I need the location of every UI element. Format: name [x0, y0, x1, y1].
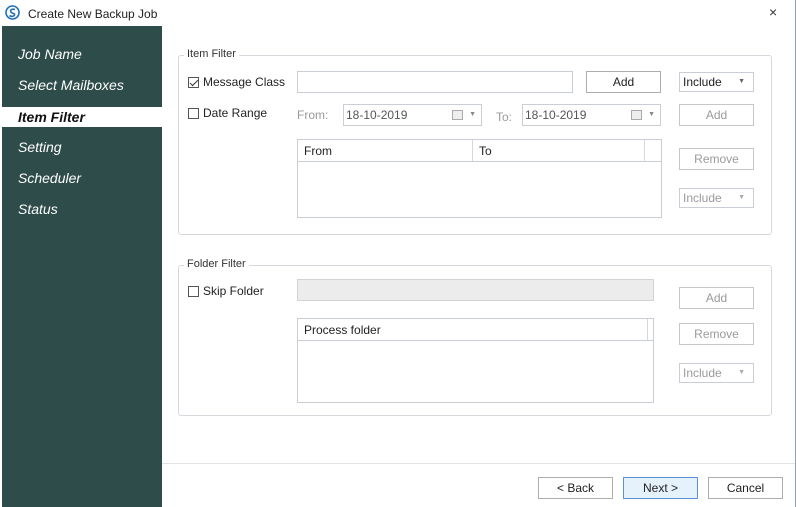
column-header-to[interactable]: To [473, 140, 645, 161]
sidebar-item-scheduler[interactable]: Scheduler [2, 168, 162, 188]
add-message-class-button[interactable]: Add [586, 71, 661, 93]
from-label: From: [297, 108, 329, 122]
column-header-from[interactable]: From [298, 140, 473, 161]
app-logo-icon [5, 5, 20, 20]
include-select-value: Include [683, 191, 722, 205]
include-select[interactable]: Include ▼ [679, 72, 754, 92]
date-range-label: Date Range [203, 106, 268, 120]
list-header: From To [298, 140, 661, 162]
back-button[interactable]: < Back [538, 477, 613, 499]
message-class-label: Message Class [203, 75, 286, 89]
include-select-disabled[interactable]: Include ▼ [679, 188, 754, 208]
to-date-value: 18-10-2019 [525, 108, 587, 122]
sidebar-item-job-name[interactable]: Job Name [2, 44, 162, 64]
chevron-down-icon: ▼ [648, 111, 655, 118]
to-date-picker[interactable]: 18-10-2019 ▼ [522, 104, 661, 126]
message-class-checkbox[interactable]: Message Class [188, 75, 285, 89]
checkbox-box[interactable] [188, 76, 199, 88]
chevron-down-icon: ▼ [469, 111, 476, 118]
sidebar-item-status[interactable]: Status [2, 199, 162, 219]
window-title: Create New Backup Job [28, 7, 158, 21]
include-select-value: Include [683, 75, 722, 89]
skip-folder-label: Skip Folder [203, 284, 264, 298]
sidebar-item-item-filter[interactable]: Item Filter [2, 107, 162, 127]
calendar-icon [631, 110, 642, 120]
add-folder-button[interactable]: Add [679, 287, 754, 309]
skip-folder-checkbox[interactable]: Skip Folder [188, 284, 264, 298]
close-icon[interactable]: × [769, 4, 777, 20]
chevron-down-icon: ▼ [738, 78, 745, 85]
skip-folder-input[interactable] [297, 279, 654, 301]
from-date-value: 18-10-2019 [346, 108, 408, 122]
chevron-down-icon: ▼ [738, 194, 745, 201]
remove-date-range-button[interactable]: Remove [679, 148, 754, 170]
remove-folder-button[interactable]: Remove [679, 323, 754, 345]
include-select-value: Include [683, 366, 722, 380]
to-label: To: [496, 110, 513, 124]
add-date-range-button[interactable]: Add [679, 104, 754, 126]
calendar-icon [452, 110, 463, 120]
sidebar-item-select-mailboxes[interactable]: Select Mailboxes [2, 75, 162, 95]
checkbox-box[interactable] [188, 285, 199, 297]
date-range-checkbox[interactable]: Date Range [188, 106, 267, 120]
footer-divider [162, 463, 795, 464]
column-header-process-folder[interactable]: Process folder [298, 319, 648, 340]
process-folder-list[interactable]: Process folder [297, 318, 654, 403]
cancel-button[interactable]: Cancel [708, 477, 783, 499]
item-filter-title: Item Filter [184, 48, 239, 60]
chevron-down-icon: ▼ [738, 369, 745, 376]
sidebar-item-setting[interactable]: Setting [2, 137, 162, 157]
message-class-input[interactable] [297, 71, 573, 93]
folder-filter-title: Folder Filter [184, 258, 249, 270]
from-date-picker[interactable]: 18-10-2019 ▼ [343, 104, 482, 126]
next-button[interactable]: Next > [623, 477, 698, 499]
title-bar: Create New Backup Job × [0, 0, 796, 26]
wizard-sidebar: Job Name Select Mailboxes Item Filter Se… [2, 26, 162, 507]
folder-include-select[interactable]: Include ▼ [679, 363, 754, 383]
date-range-list[interactable]: From To [297, 139, 662, 218]
checkbox-box[interactable] [188, 107, 199, 119]
list-header: Process folder [298, 319, 653, 341]
